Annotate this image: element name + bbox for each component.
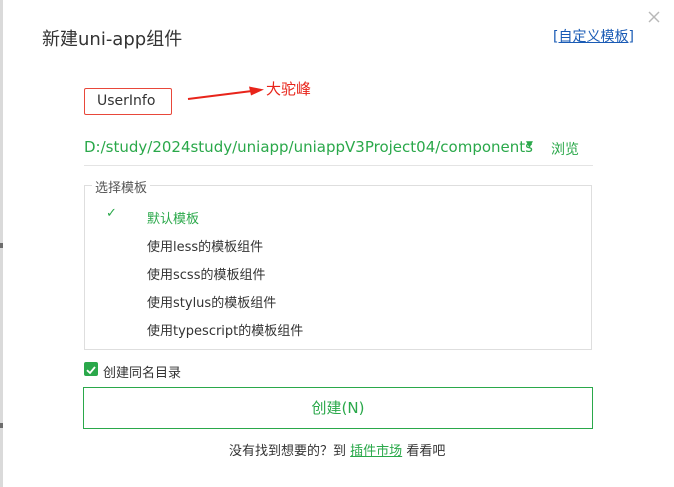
footer-text: 没有找到想要的？到 插件市场 看看吧 — [229, 440, 445, 459]
checkmark-icon: ✓ — [106, 206, 117, 221]
template-option-default[interactable]: ✓ 默认模板 — [84, 203, 592, 229]
browse-button[interactable]: 浏览 — [551, 139, 579, 159]
footer-prefix: 没有找到想要的？到 — [229, 444, 347, 459]
close-button[interactable] — [645, 8, 663, 26]
template-option-typescript[interactable]: 使用typescript的模板组件 — [84, 315, 592, 341]
template-option-less[interactable]: 使用less的模板组件 — [84, 231, 592, 257]
window-left-edge — [0, 0, 3, 487]
edge-mark — [0, 243, 3, 248]
template-option-label: 使用typescript的模板组件 — [147, 324, 304, 339]
annotation-arrow — [187, 86, 264, 100]
footer-suffix: 看看吧 — [406, 444, 446, 459]
close-icon — [648, 11, 660, 23]
edge-mark — [0, 423, 3, 428]
dialog-title: 新建uni-app组件 — [42, 29, 183, 50]
custom-template-link[interactable]: [自定义模板] — [553, 26, 634, 46]
template-option-label: 默认模板 — [147, 212, 200, 227]
path-underline — [84, 165, 593, 166]
template-option-stylus[interactable]: 使用stylus的模板组件 — [84, 287, 592, 313]
checkbox-checked-icon — [84, 362, 98, 376]
template-option-label: 使用less的模板组件 — [147, 240, 264, 255]
template-option-label: 使用stylus的模板组件 — [147, 296, 277, 311]
template-option-scss[interactable]: 使用scss的模板组件 — [84, 259, 592, 285]
component-name-value: UserInfo — [97, 93, 156, 109]
path-dropdown-icon[interactable]: ▼ — [526, 140, 533, 150]
path-input[interactable]: D:/study/2024study/uniapp/uniappV3Projec… — [84, 131, 534, 165]
create-button[interactable]: 创建(N) — [83, 387, 593, 429]
same-name-dir-label: 创建同名目录 — [103, 366, 182, 381]
new-component-dialog: 新建uni-app组件 [自定义模板] UserInfo 大驼峰 D:/stud… — [0, 0, 674, 487]
path-value: D:/study/2024study/uniapp/uniappV3Projec… — [84, 138, 533, 156]
component-name-input[interactable]: UserInfo — [84, 88, 172, 115]
template-option-label: 使用scss的模板组件 — [147, 268, 266, 283]
annotation-text: 大驼峰 — [266, 80, 312, 98]
template-group-legend: 选择模板 — [92, 177, 151, 196]
plugin-market-link[interactable]: 插件市场 — [350, 444, 402, 459]
